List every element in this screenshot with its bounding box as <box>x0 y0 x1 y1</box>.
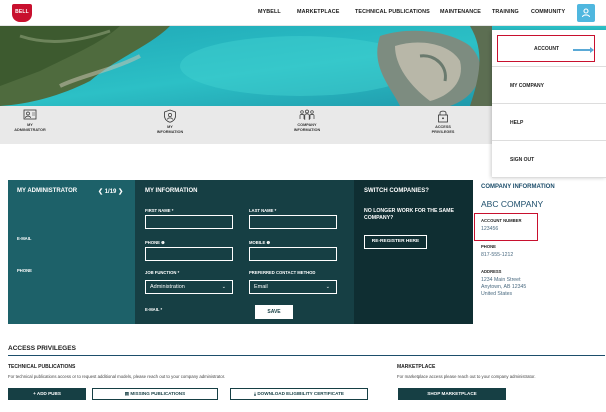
info-icon[interactable]: ❶ <box>161 240 165 245</box>
administrator-panel: MY ADMINISTRATOR ❮ 1/19 ❯ E-MAIL PHONE <box>8 180 135 324</box>
account-number-label: ACCOUNT NUMBER <box>481 218 522 223</box>
save-button[interactable]: SAVE <box>255 305 293 319</box>
download-certificate-button[interactable]: ⤓ DOWNLOAD ELIGIBILITY CERTIFICATE <box>230 388 368 400</box>
tech-pubs-text: For technical publications access or to … <box>8 374 226 379</box>
access-privileges-title: ACCESS PRIVILEGES <box>8 345 76 352</box>
bell-logo[interactable]: BELL <box>12 4 32 22</box>
admin-email-label: E-MAIL <box>17 236 32 241</box>
tech-pubs-title: TECHNICAL PUBLICATIONS <box>8 364 76 370</box>
tab-label: MY ADMINISTRATOR <box>14 123 46 132</box>
admin-pager[interactable]: ❮ 1/19 ❯ <box>98 188 123 195</box>
people-icon <box>299 109 315 120</box>
address-line-3: United States <box>481 291 513 297</box>
job-function-label: JOB FUNCTION * <box>145 270 180 275</box>
chevron-left-icon[interactable]: ❮ <box>98 189 103 195</box>
info-title: MY INFORMATION <box>145 188 198 194</box>
switch-title: SWITCH COMPANIES? <box>364 188 429 194</box>
nav-maintenance[interactable]: MAINTENANCE <box>440 9 481 15</box>
phone-field[interactable] <box>145 247 233 261</box>
nav-community[interactable]: COMMUNITY <box>531 9 565 15</box>
dropdown-item-help[interactable]: HELP <box>492 104 606 141</box>
job-function-value: Administration <box>150 284 185 290</box>
marketplace-title: MARKETPLACE <box>397 364 436 370</box>
company-phone: 817-555-1212 <box>481 252 514 258</box>
chevron-right-icon[interactable]: ❯ <box>118 189 123 195</box>
company-name: ABC COMPANY <box>481 199 544 209</box>
tab-my-information[interactable]: MY INFORMATION <box>130 109 210 135</box>
dropdown-label: SIGN OUT <box>510 157 535 163</box>
address-line-2: Anytown, AB 12345 <box>481 284 527 290</box>
company-information: COMPANY INFORMATION ABC COMPANY ACCOUNT … <box>481 184 601 297</box>
tab-company-information[interactable]: COMPANY INFORMATION <box>267 109 347 133</box>
logo-text: BELL <box>15 9 29 15</box>
first-name-field[interactable] <box>145 215 233 229</box>
mobile-label: MOBILE ❶ <box>249 240 271 245</box>
address-line-1: 1234 Main Street <box>481 277 521 283</box>
switch-prompt: NO LONGER WORK FOR THE SAME COMPANY? <box>364 208 454 221</box>
contact-method-select[interactable]: Email ⌄ <box>249 280 337 294</box>
mobile-field[interactable] <box>249 247 337 261</box>
contact-method-value: Email <box>254 284 268 290</box>
section-divider <box>8 355 605 356</box>
lock-icon <box>438 110 448 123</box>
arrow-right-icon <box>573 47 594 52</box>
button-label: DOWNLOAD ELIGIBILITY CERTIFICATE <box>257 391 344 396</box>
tab-label: COMPANY INFORMATION <box>293 123 321 132</box>
button-label: ADD PUBS <box>36 391 61 396</box>
dropdown-label: HELP <box>510 120 524 126</box>
button-label: MISSING PUBLICATIONS <box>130 391 186 396</box>
tab-label: ACCESS PRIVILEGES <box>431 125 455 134</box>
tab-my-administrator[interactable]: MY ADMINISTRATOR <box>0 109 70 133</box>
dropdown-label: MY COMPANY <box>510 83 544 89</box>
job-function-select[interactable]: Administration ⌄ <box>145 280 233 294</box>
switch-companies-panel: SWITCH COMPANIES? NO LONGER WORK FOR THE… <box>354 180 473 324</box>
admin-icon <box>23 109 37 120</box>
add-pubs-button[interactable]: + ADD PUBS <box>8 388 86 400</box>
missing-publications-button[interactable]: ▤ MISSING PUBLICATIONS <box>92 388 218 400</box>
tab-access-privileges[interactable]: ACCESS PRIVILEGES <box>403 109 483 135</box>
email-label: E-MAIL * <box>145 307 163 312</box>
last-name-field[interactable] <box>249 215 337 229</box>
dropdown-item-my-company[interactable]: MY COMPANY <box>492 67 606 104</box>
nav-mybell[interactable]: MYBELL <box>258 9 281 15</box>
pager-count: 1/19 <box>104 189 117 195</box>
my-information-panel: MY INFORMATION FIRST NAME * LAST NAME * … <box>135 180 354 324</box>
tab-label: MY INFORMATION <box>156 125 184 134</box>
chevron-down-icon: ⌄ <box>325 284 330 290</box>
info-icon[interactable]: ❶ <box>266 240 270 245</box>
user-icon <box>581 8 591 18</box>
nav-technical-publications[interactable]: TECHNICAL PUBLICATIONS <box>355 9 430 15</box>
dropdown-item-sign-out[interactable]: SIGN OUT <box>492 141 606 178</box>
chevron-down-icon: ⌄ <box>221 284 226 290</box>
shop-marketplace-button[interactable]: SHOP MARKETPLACE <box>398 388 506 400</box>
admin-title: MY ADMINISTRATOR <box>17 188 78 194</box>
company-address-label: ADDRESS <box>481 269 502 274</box>
company-info-title: COMPANY INFORMATION <box>481 184 555 190</box>
last-name-label: LAST NAME * <box>249 208 277 213</box>
marketplace-text: For marketplace access please reach out … <box>397 374 536 379</box>
user-shield-icon <box>164 109 176 123</box>
nav-marketplace[interactable]: MARKETPLACE <box>297 9 339 15</box>
profile-panels: MY ADMINISTRATOR ❮ 1/19 ❯ E-MAIL PHONE M… <box>8 180 473 324</box>
account-button[interactable] <box>577 4 595 22</box>
nav-training[interactable]: TRAINING <box>492 9 519 15</box>
admin-phone-label: PHONE <box>17 268 32 273</box>
re-register-button[interactable]: RE-REGISTER HERE <box>364 235 427 249</box>
phone-label: PHONE ❶ <box>145 240 165 245</box>
account-number: 123456 <box>481 226 499 232</box>
contact-method-label: PREFERRED CONTACT METHOD <box>249 270 316 275</box>
first-name-label: FIRST NAME * <box>145 208 174 213</box>
company-phone-label: PHONE <box>481 244 496 249</box>
top-nav: BELL MYBELL MARKETPLACE TECHNICAL PUBLIC… <box>0 0 606 26</box>
